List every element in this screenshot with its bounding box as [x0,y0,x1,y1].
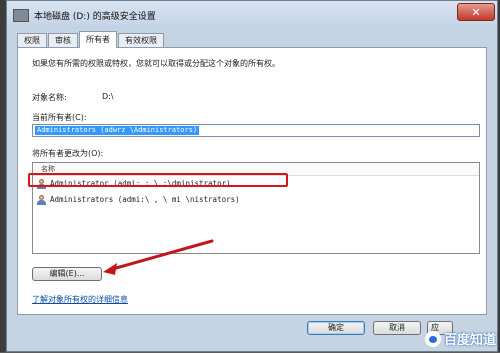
arrow-to-edit-button [107,239,214,272]
baidu-paw-icon [424,330,441,347]
annotation-arrows [103,239,214,275]
security-settings-window: 本地磁盘 (D:) 的高级安全设置 ✕ 权限 审核 所有者 有效权限 如果您有所… [6,0,498,352]
watermark-text: 百度知道 [443,333,496,348]
ok-button[interactable]: 确定 [307,321,365,335]
tab-owner[interactable]: 所有者 [79,31,117,48]
baidu-watermark: 百度知道 [424,329,496,348]
arrow-head-icon [103,263,117,275]
cancel-button[interactable]: 取消 [373,321,421,335]
